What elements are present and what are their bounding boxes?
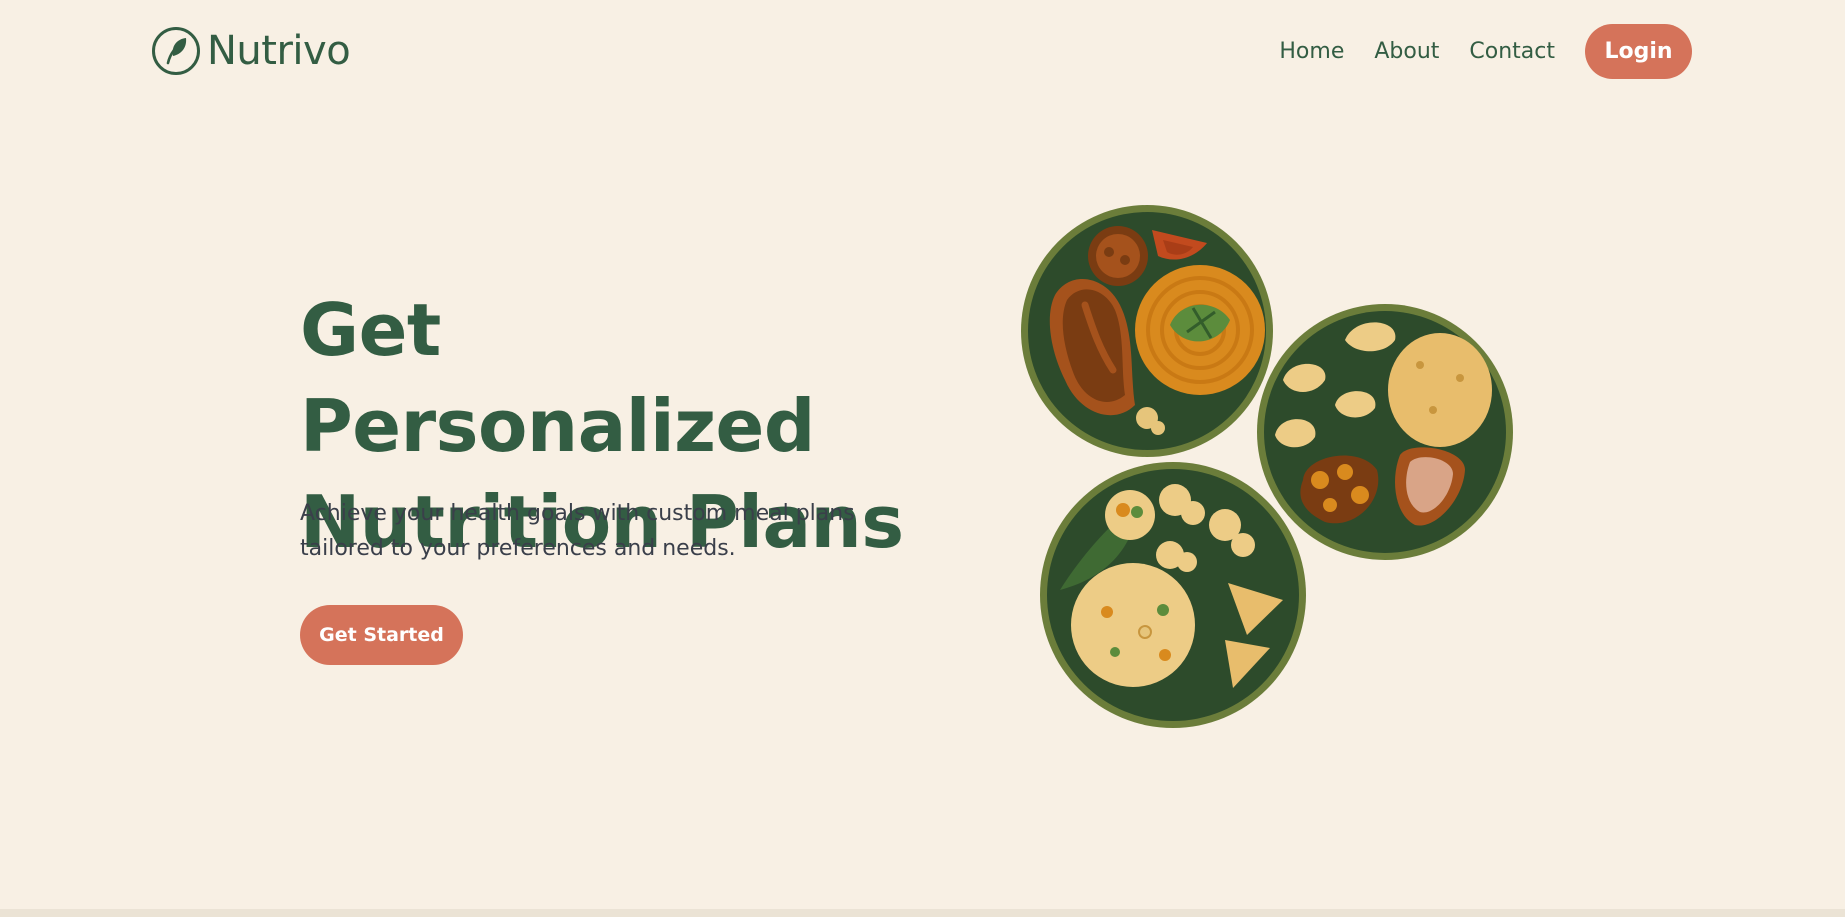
- footer-strip: [0, 909, 1845, 917]
- hero-subtitle-line-2: tailored to your preferences and needs.: [300, 536, 736, 561]
- nav-link-contact[interactable]: Contact: [1469, 24, 1555, 79]
- nav-link-home[interactable]: Home: [1279, 24, 1344, 79]
- meal-plates-illustration: [1021, 205, 1513, 728]
- login-button[interactable]: Login: [1585, 24, 1692, 79]
- hero-subtitle-line-1: Achieve your health goals with custom me…: [300, 501, 855, 526]
- brand-logo[interactable]: Nutrivo: [151, 26, 351, 76]
- hero-title-line-1: Get Personalized: [300, 288, 815, 468]
- hero-subtitle: Achieve your health goals with custom me…: [300, 496, 860, 566]
- get-started-button[interactable]: Get Started: [300, 605, 463, 665]
- site-header: Nutrivo Home About Contact Login: [0, 0, 1845, 104]
- main-nav: Home About Contact Login: [1279, 24, 1692, 79]
- plate-top-left: [1021, 205, 1273, 457]
- plate-bottom: [1040, 462, 1306, 728]
- plate-right: [1257, 304, 1513, 560]
- leaf-circle-icon: [152, 27, 200, 75]
- nav-link-about[interactable]: About: [1374, 24, 1439, 79]
- brand-name: Nutrivo: [207, 28, 351, 74]
